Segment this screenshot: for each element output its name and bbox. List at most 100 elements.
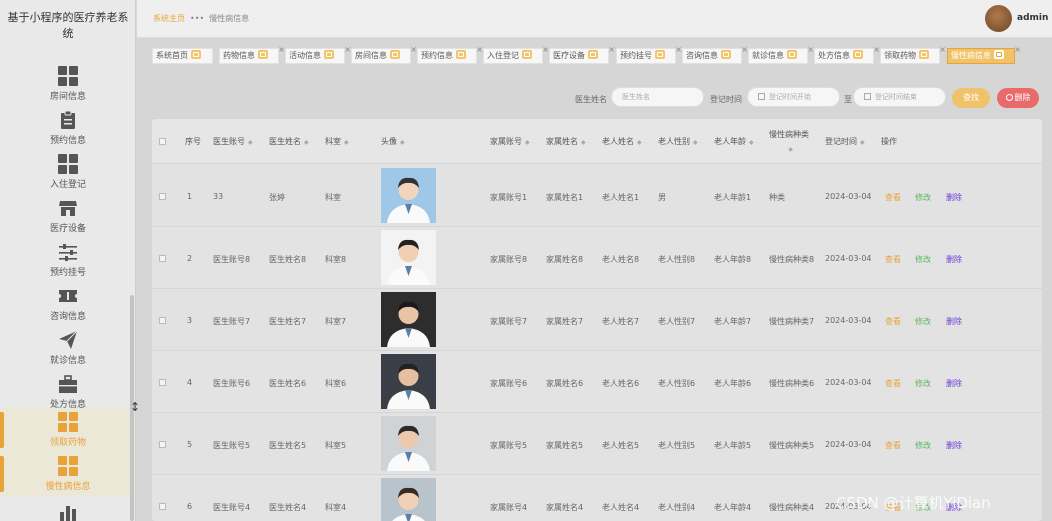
tab-chronic-disease[interactable]: 慢性病信息 × bbox=[947, 45, 1021, 64]
sort-icon[interactable]: ◆ bbox=[304, 139, 309, 146]
sort-icon[interactable]: ◆ bbox=[860, 139, 865, 146]
col-doctor-name[interactable]: 医生姓名 ◆ bbox=[269, 136, 309, 147]
start-date-input[interactable]: 登记时间开始 bbox=[747, 87, 840, 107]
sort-icon[interactable]: ◆ bbox=[693, 139, 698, 146]
view-button[interactable]: 查看 bbox=[885, 316, 901, 327]
col-doctor-account[interactable]: 医生账号 ◆ bbox=[213, 136, 253, 147]
table-row[interactable]: 3 医生账号7 医生姓名7 科室7 家属账号7 家属姓名7 老人姓名7 老人性别7 老人年龄7 慢… bbox=[152, 289, 1042, 351]
row-checkbox[interactable] bbox=[159, 255, 166, 262]
close-icon[interactable]: × bbox=[807, 43, 814, 57]
sort-icon[interactable]: ◆ bbox=[637, 139, 642, 146]
sidebar-item-consultation[interactable]: 咨询信息 bbox=[0, 282, 135, 326]
row-checkbox[interactable] bbox=[159, 193, 166, 200]
breadcrumb-home[interactable]: 系统主页 bbox=[153, 14, 185, 23]
row-checkbox[interactable] bbox=[159, 317, 166, 324]
sort-icon[interactable]: ◆ bbox=[788, 146, 793, 153]
view-button[interactable]: 查看 bbox=[885, 440, 901, 451]
close-icon[interactable]: × bbox=[278, 43, 285, 57]
tab-room-info[interactable]: 房间信息 × bbox=[351, 45, 417, 64]
edit-button[interactable]: 修改 bbox=[915, 378, 931, 389]
sidebar-item-chronic-disease[interactable]: 慢性病信息 bbox=[0, 452, 135, 496]
tab-appointment-info[interactable]: 预约信息 × bbox=[417, 45, 483, 64]
col-department[interactable]: 科室 ◆ bbox=[325, 136, 349, 147]
edit-button[interactable]: 修改 bbox=[915, 440, 931, 451]
sidebar-item-statistics[interactable] bbox=[0, 498, 135, 521]
close-icon[interactable]: × bbox=[608, 43, 615, 57]
grid-icon bbox=[58, 412, 78, 432]
close-icon[interactable]: × bbox=[344, 43, 351, 57]
cell-time: 2024-03-04 bbox=[825, 316, 872, 325]
avatar[interactable] bbox=[985, 5, 1012, 32]
table-row[interactable]: 1 33 张婷 科室 家属账号1 家属姓名1 老人姓名1 男 老人年龄1 种类 2024-03-04… bbox=[152, 165, 1042, 227]
sidebar-item-appointment-info[interactable]: 预约信息 bbox=[0, 106, 135, 150]
table-row[interactable]: 2 医生账号8 医生姓名8 科室8 家属账号8 家属姓名8 老人姓名8 老人性别8 老人年龄8 慢… bbox=[152, 227, 1042, 289]
row-checkbox[interactable] bbox=[159, 441, 166, 448]
col-elder-age[interactable]: 老人年龄 ◆ bbox=[714, 136, 754, 147]
col-register-time[interactable]: 登记时间 ◆ bbox=[825, 136, 865, 147]
sidebar-item-registration[interactable]: 预约挂号 bbox=[0, 238, 135, 282]
tab-home[interactable]: 系统首页 bbox=[152, 48, 213, 64]
username[interactable]: admin bbox=[1017, 13, 1048, 23]
tab-consultation[interactable]: 咨询信息 × bbox=[682, 45, 748, 64]
close-icon[interactable]: × bbox=[939, 43, 946, 57]
col-family-name[interactable]: 家属姓名 ◆ bbox=[546, 136, 586, 147]
delete-button[interactable]: 删除 bbox=[997, 88, 1039, 108]
tab-collect-medicine[interactable]: 领取药物 × bbox=[880, 45, 946, 64]
col-avatar[interactable]: 头像 ◆ bbox=[381, 136, 405, 147]
close-icon[interactable]: × bbox=[675, 43, 682, 57]
table-row[interactable]: 5 医生账号5 医生姓名5 科室5 家属账号5 家属姓名5 老人姓名5 老人性别5 老人年龄5 慢… bbox=[152, 413, 1042, 475]
select-all-checkbox[interactable] bbox=[159, 138, 166, 145]
close-icon[interactable]: × bbox=[741, 43, 748, 57]
row-delete-button[interactable]: 删除 bbox=[946, 316, 962, 327]
col-family-account[interactable]: 家属账号 ◆ bbox=[490, 136, 530, 147]
table-row[interactable]: 4 医生账号6 医生姓名6 科室6 家属账号6 家属姓名6 老人姓名6 老人性别6 老人年龄6 慢… bbox=[152, 351, 1042, 413]
view-button[interactable]: 查看 bbox=[885, 378, 901, 389]
close-icon[interactable]: × bbox=[410, 43, 417, 57]
sort-icon[interactable]: ◆ bbox=[248, 139, 253, 146]
sidebar-item-room-info[interactable]: 房间信息 bbox=[0, 62, 135, 106]
cell-doc-name: 医生姓名7 bbox=[269, 317, 307, 326]
search-button[interactable]: 查找 bbox=[952, 88, 990, 108]
sidebar-item-visit-info[interactable]: 就诊信息 bbox=[0, 326, 135, 370]
edit-button[interactable]: 修改 bbox=[915, 254, 931, 265]
sort-icon[interactable]: ◆ bbox=[581, 139, 586, 146]
sort-icon[interactable]: ◆ bbox=[749, 139, 754, 146]
tab-visit-info[interactable]: 就诊信息 × bbox=[748, 45, 814, 64]
tab-medicine-info[interactable]: 药物信息 × bbox=[219, 45, 285, 64]
tab-prescription[interactable]: 处方信息 × bbox=[814, 45, 880, 64]
view-button[interactable]: 查看 bbox=[885, 254, 901, 265]
tab-checkin[interactable]: 入住登记 × bbox=[483, 45, 549, 64]
sidebar-item-collect-medicine[interactable]: 领取药物 bbox=[0, 408, 135, 452]
register-time-label: 登记时间 bbox=[710, 95, 742, 104]
tab-medical-equipment[interactable]: 医疗设备 × bbox=[549, 45, 615, 64]
row-delete-button[interactable]: 删除 bbox=[946, 254, 962, 265]
col-disease-type[interactable]: 慢性病种类 ◆ bbox=[769, 128, 809, 157]
sort-icon[interactable]: ◆ bbox=[400, 139, 405, 146]
briefcase-icon bbox=[58, 374, 78, 394]
sidebar-item-checkin[interactable]: 入住登记 bbox=[0, 150, 135, 194]
view-button[interactable]: 查看 bbox=[885, 192, 901, 203]
close-icon[interactable]: × bbox=[476, 43, 483, 57]
row-checkbox[interactable] bbox=[159, 503, 166, 510]
edit-button[interactable]: 修改 bbox=[915, 192, 931, 203]
close-icon[interactable]: × bbox=[542, 43, 549, 57]
tab-registration[interactable]: 预约挂号 × bbox=[616, 45, 682, 64]
tab-activity-info[interactable]: 活动信息 × bbox=[285, 45, 351, 64]
cell-fam-account: 家属账号5 bbox=[490, 441, 528, 450]
col-elder-gender[interactable]: 老人性别 ◆ bbox=[658, 136, 698, 147]
close-icon[interactable]: × bbox=[1014, 43, 1021, 57]
doctor-name-input[interactable]: 医生姓名 bbox=[611, 87, 704, 107]
edit-button[interactable]: 修改 bbox=[915, 316, 931, 327]
col-elder-name[interactable]: 老人姓名 ◆ bbox=[602, 136, 642, 147]
sort-icon[interactable]: ◆ bbox=[525, 139, 530, 146]
sidebar: 基于小程序的医疗养老系统 房间信息 预约信息 入住登记 医疗设备 预约挂号 咨询… bbox=[0, 0, 136, 521]
close-icon[interactable]: × bbox=[873, 43, 880, 57]
row-checkbox[interactable] bbox=[159, 379, 166, 386]
row-delete-button[interactable]: 删除 bbox=[946, 192, 962, 203]
row-delete-button[interactable]: 删除 bbox=[946, 440, 962, 451]
sidebar-item-medical-equipment[interactable]: 医疗设备 bbox=[0, 194, 135, 238]
end-date-input[interactable]: 登记时间结束 bbox=[853, 87, 946, 107]
sort-icon[interactable]: ◆ bbox=[344, 139, 349, 146]
cell-dept: 科室7 bbox=[325, 317, 347, 326]
row-delete-button[interactable]: 删除 bbox=[946, 378, 962, 389]
